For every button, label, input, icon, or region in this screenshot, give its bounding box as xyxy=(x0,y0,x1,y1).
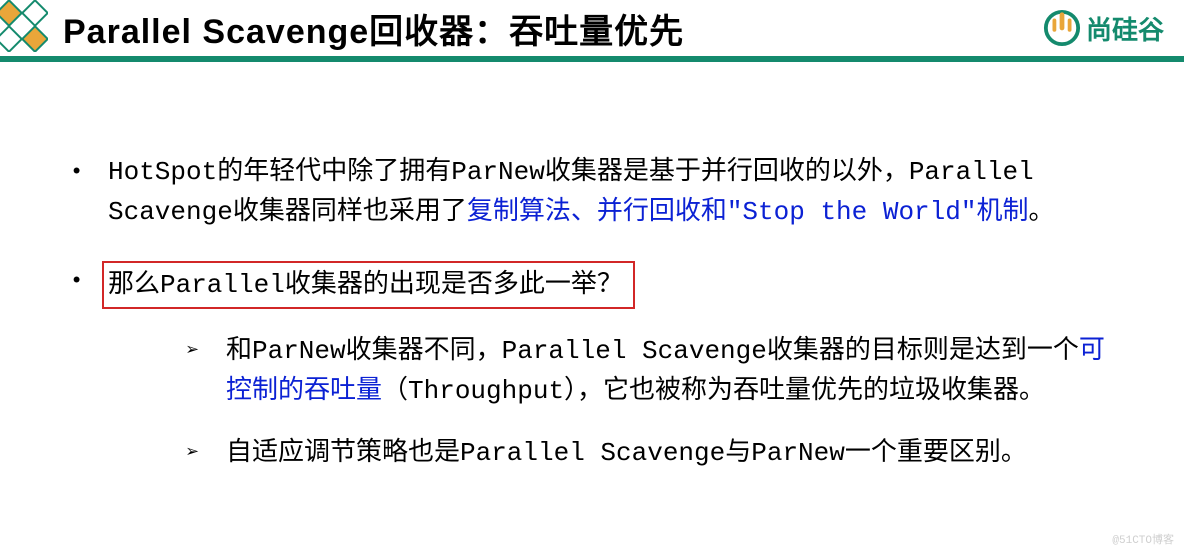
text-segment: 和ParNew收集器不同，Parallel Scavenge收集器的目标则是达到… xyxy=(226,336,1079,366)
highlighted-question-box: 那么Parallel收集器的出现是否多此一举？ xyxy=(102,261,635,309)
bullet-item: • HotSpot的年轻代中除了拥有ParNew收集器是基于并行回收的以外，Pa… xyxy=(70,152,1114,233)
highlight-text: 复制算法、并行回收和"Stop the World"机制 xyxy=(467,197,1029,227)
bullet-text: HotSpot的年轻代中除了拥有ParNew收集器是基于并行回收的以外，Para… xyxy=(108,152,1114,233)
brand-icon xyxy=(1043,9,1081,47)
brand-text: 尚硅谷 xyxy=(1086,10,1164,47)
sub-bullet-item: ➢ 和ParNew收集器不同，Parallel Scavenge收集器的目标则是… xyxy=(186,331,1114,412)
header-left: Parallel Scavenge回收器：吞吐量优先 xyxy=(0,4,684,53)
sub-list: ➢ 和ParNew收集器不同，Parallel Scavenge收集器的目标则是… xyxy=(186,331,1114,474)
sub-bullet-item: ➢ 自适应调节策略也是Parallel Scavenge与ParNew一个重要区… xyxy=(186,433,1114,473)
slide-title: Parallel Scavenge回收器：吞吐量优先 xyxy=(63,4,684,53)
text-segment: （Throughput），它也被称为吞吐量优先的垃圾收集器。 xyxy=(382,376,1045,406)
slide-header: Parallel Scavenge回收器：吞吐量优先 尚硅谷 xyxy=(0,0,1184,62)
deco-diamond-icon xyxy=(0,0,48,52)
sub-text: 和ParNew收集器不同，Parallel Scavenge收集器的目标则是达到… xyxy=(226,331,1114,412)
bullet-item: • 那么Parallel收集器的出现是否多此一举？ ➢ 和ParNew收集器不同… xyxy=(70,261,1114,496)
bullet-marker: • xyxy=(70,152,108,233)
bullet-text: 那么Parallel收集器的出现是否多此一举？ ➢ 和ParNew收集器不同，P… xyxy=(108,261,1114,496)
watermark-text: @51CTO博客 xyxy=(1112,531,1174,547)
text-segment: 。 xyxy=(1028,197,1054,227)
arrow-marker-icon: ➢ xyxy=(186,433,226,473)
brand-logo: 尚硅谷 xyxy=(1043,9,1164,47)
slide-body: • HotSpot的年轻代中除了拥有ParNew收集器是基于并行回收的以外，Pa… xyxy=(0,62,1184,496)
arrow-marker-icon: ➢ xyxy=(186,331,226,412)
sub-text: 自适应调节策略也是Parallel Scavenge与ParNew一个重要区别。 xyxy=(226,433,1027,473)
